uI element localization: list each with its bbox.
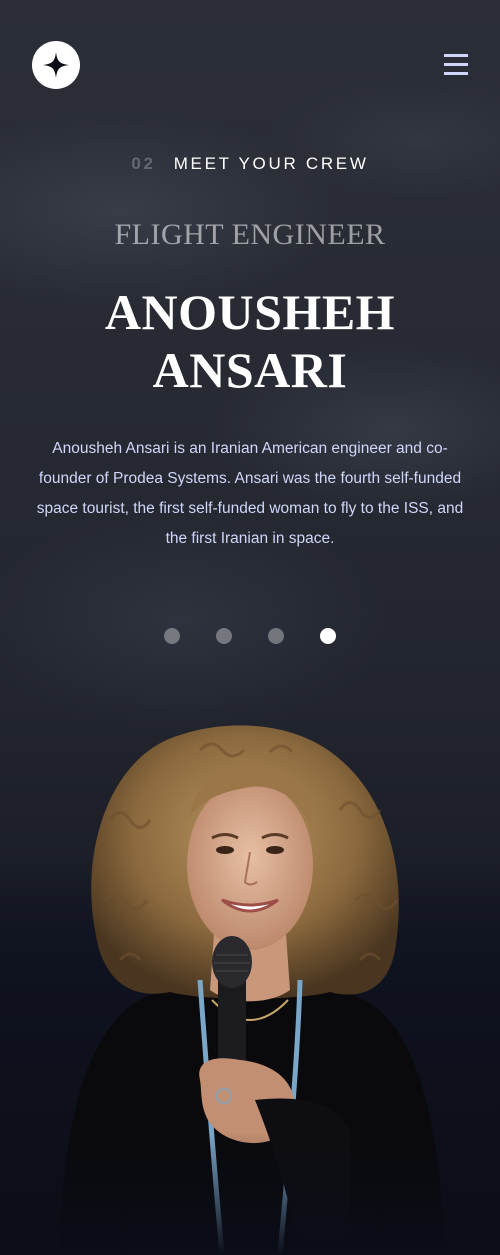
section-title: MEET YOUR CREW	[173, 154, 369, 173]
carousel-dot-1[interactable]	[164, 628, 180, 644]
carousel-dot-4[interactable]	[320, 628, 336, 644]
crew-name-line2: ANSARI	[152, 342, 348, 398]
menu-bar	[444, 72, 468, 75]
site-header	[0, 0, 500, 130]
carousel-dot-2[interactable]	[216, 628, 232, 644]
menu-bar	[444, 63, 468, 66]
logo-link[interactable]	[32, 41, 80, 89]
crew-bio: Anousheh Ansari is an Iranian American e…	[36, 440, 464, 547]
crew-portrait	[0, 700, 500, 1255]
section-number: 02	[131, 154, 156, 173]
crew-name-line1: ANOUSHEH	[104, 284, 396, 340]
carousel-dots	[0, 628, 500, 644]
crew-name: ANOUSHEH ANSARI	[0, 283, 500, 399]
hamburger-menu-icon[interactable]	[444, 54, 468, 75]
crew-role: FLIGHT ENGINEER	[114, 218, 386, 251]
carousel-dot-3[interactable]	[268, 628, 284, 644]
star-logo-icon	[43, 52, 69, 78]
section-eyebrow: 02 MEET YOUR CREW	[0, 154, 500, 174]
menu-bar	[444, 54, 468, 57]
